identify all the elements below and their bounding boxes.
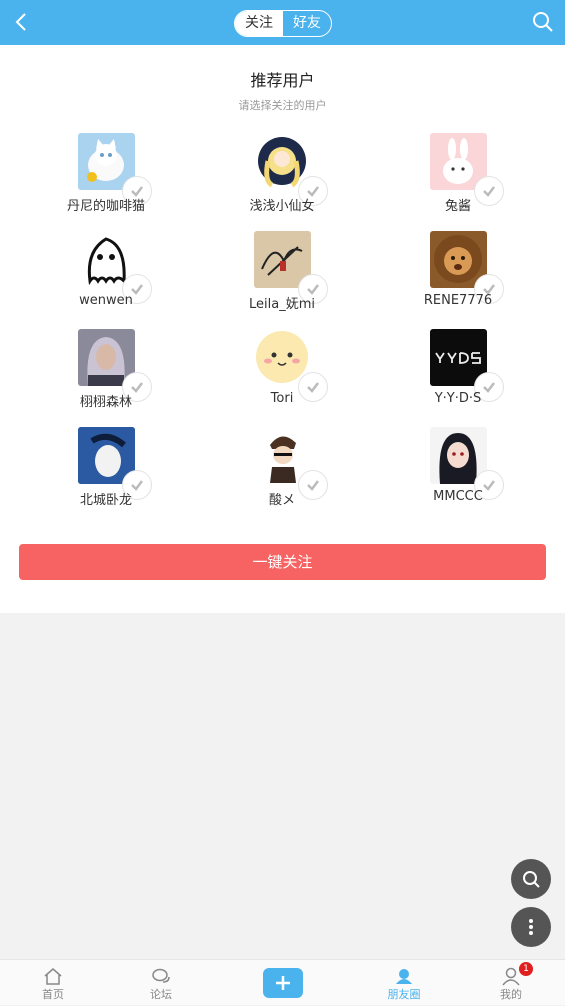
user-card[interactable]: 北城卧龙 [60,427,180,525]
segment-control: 关注 好友 [234,10,332,37]
recommend-subtitle: 请选择关注的用户 [238,99,327,112]
user-card[interactable]: 丹尼的咖啡猫 [60,133,180,231]
user-card[interactable]: Tori [236,329,356,427]
floating-search-button[interactable] [511,859,551,899]
user-card[interactable]: 浅浅小仙女 [236,133,356,231]
add-post-button[interactable] [263,968,303,998]
user-card[interactable]: RENE7776 [412,231,532,329]
tab-moments-label: 朋友圈 [387,988,421,1001]
user-name: Leila_妩mi [249,297,315,312]
user-name: 浅浅小仙女 [249,199,315,214]
tab-forum-label: 论坛 [150,988,172,1001]
floating-more-button[interactable] [511,907,551,947]
user-name: 北城卧龙 [79,493,132,508]
bottom-tab-bar: 首页 论坛 朋友圈 我的 [0,959,565,1005]
chat-icon [152,968,170,983]
tab-profile[interactable]: 我的 [471,960,551,1006]
search-icon [533,12,553,32]
user-card[interactable]: 兔酱 [412,133,532,231]
user-name: Tori [270,391,294,406]
tab-moments[interactable]: 朋友圈 [364,960,444,1006]
profile-icon [502,967,520,986]
tab-home-label: 首页 [42,988,64,1001]
search-button[interactable] [531,10,555,34]
user-name: 丹尼的咖啡猫 [66,199,145,214]
top-bar: 关注 好友 [0,0,565,45]
user-card[interactable]: wenwen [60,231,180,329]
user-card[interactable]: 酸メ [236,427,356,525]
plus-icon [276,976,290,990]
user-card[interactable]: Y·Y·D·S [412,329,532,427]
user-name: RENE7776 [423,293,493,308]
friends-icon [396,969,412,984]
search-icon [523,871,540,888]
tab-forum[interactable]: 论坛 [121,960,201,1006]
recommend-title: 推荐用户 [250,71,315,90]
user-name: 酸メ [268,493,295,508]
user-card[interactable]: MMCCC [412,427,532,525]
tab-follow[interactable]: 关注 [235,11,283,36]
tab-home[interactable]: 首页 [13,960,93,1006]
more-vertical-icon [529,919,533,935]
back-arrow-icon [15,13,26,31]
user-name: 兔酱 [444,199,471,214]
back-button[interactable] [10,10,34,34]
user-name: 栩栩森林 [79,395,132,410]
user-card[interactable]: Leila_妩mi [236,231,356,329]
home-icon [44,968,62,985]
tab-friends[interactable]: 好友 [283,11,331,36]
user-name: MMCCC [433,489,483,504]
tab-profile-label: 我的 [500,988,522,1001]
user-name: Y·Y·D·S [434,391,482,406]
notification-badge: 1 [519,962,533,976]
user-card[interactable]: 栩栩森林 [60,329,180,427]
user-name: wenwen [79,293,133,308]
follow-all-button[interactable]: 一键关注 [19,544,546,580]
recommend-panel: 推荐用户 请选择关注的用户 丹尼的咖啡猫 浅浅小仙女 兔酱 wenwen Lei… [0,45,565,613]
